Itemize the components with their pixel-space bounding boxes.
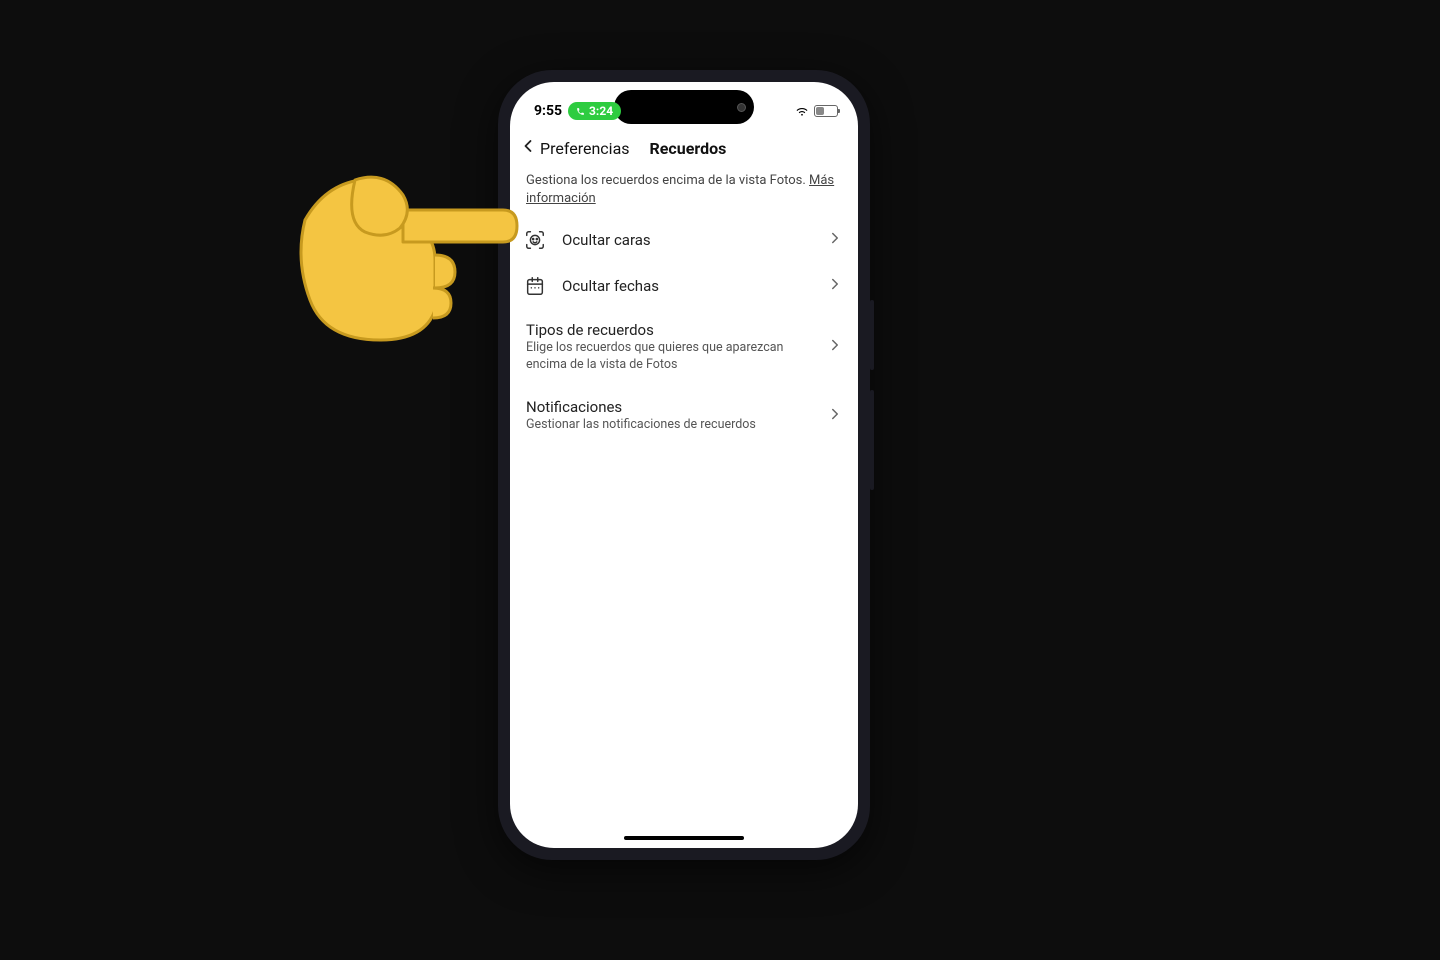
nav-header: Preferencias Recuerdos [510,130,858,172]
back-label: Preferencias [540,139,630,158]
status-right [795,102,838,121]
page-description: Gestiona los recuerdos encima de la vist… [510,172,858,217]
description-text: Gestiona los recuerdos encima de la vist… [526,173,809,188]
row-subtitle: Elige los recuerdos que quieres que apar… [526,340,810,374]
dynamic-island [614,90,754,124]
face-icon [524,229,546,251]
status-time: 9:55 [534,103,562,119]
pointing-hand-icon [285,140,525,360]
status-bar: 9:55 3:24 [510,82,858,130]
row-hide-faces[interactable]: Ocultar caras [510,217,858,263]
phone-screen: 9:55 3:24 [510,82,858,848]
row-memory-types[interactable]: Tipos de recuerdos Elige los recuerdos q… [510,309,858,386]
phone-frame: 9:55 3:24 [498,70,870,860]
wifi-icon [795,102,809,121]
row-title: Tipos de recuerdos [526,321,810,339]
page-title: Recuerdos [650,139,727,158]
battery-icon [814,105,838,117]
call-duration: 3:24 [589,104,613,118]
row-subtitle: Gestionar las notificaciones de recuerdo… [526,417,810,434]
row-title: Ocultar fechas [562,277,810,295]
phone-icon [576,107,585,116]
calendar-icon [524,275,546,297]
row-hide-dates[interactable]: Ocultar fechas [510,263,858,309]
back-button[interactable]: Preferencias [518,136,630,160]
active-call-pill[interactable]: 3:24 [568,102,621,120]
status-left: 9:55 3:24 [534,102,621,120]
chevron-right-icon [826,229,844,251]
chevron-right-icon [826,275,844,297]
row-title: Notificaciones [526,398,810,416]
home-indicator [624,836,744,840]
chevron-left-icon [518,136,538,160]
chevron-right-icon [826,405,844,427]
chevron-right-icon [826,336,844,358]
row-notifications[interactable]: Notificaciones Gestionar las notificacio… [510,386,858,446]
row-title: Ocultar caras [562,231,810,249]
